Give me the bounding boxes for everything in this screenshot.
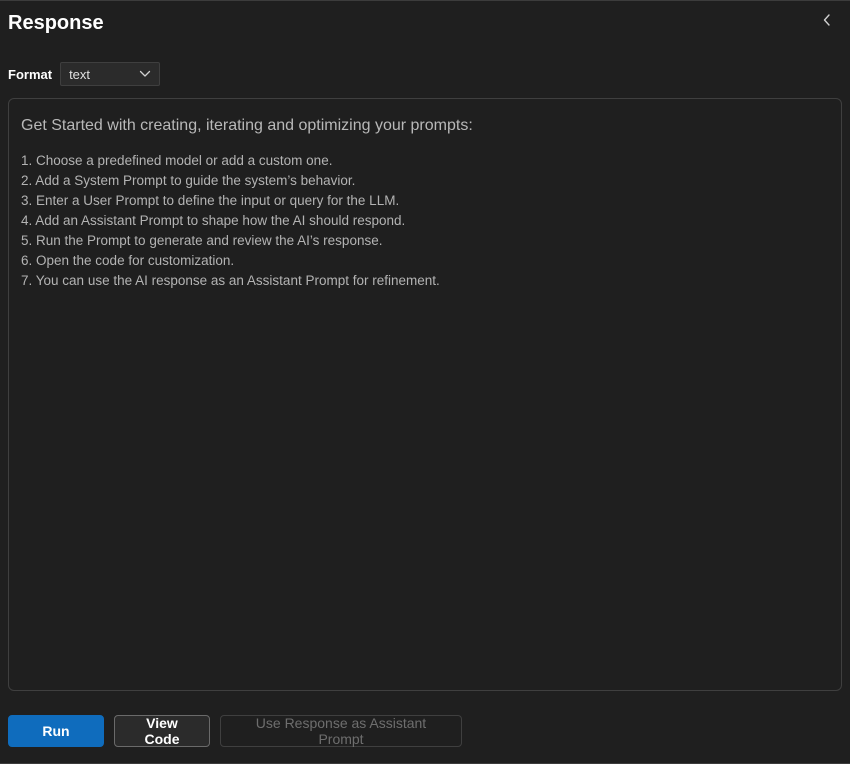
- response-output: Get Started with creating, iterating and…: [8, 98, 842, 691]
- step-item: 3. Enter a User Prompt to define the inp…: [21, 193, 400, 208]
- panel-title: Response: [8, 12, 104, 34]
- run-button[interactable]: Run: [8, 715, 104, 747]
- format-label: Format: [8, 66, 53, 82]
- format-select[interactable]: text: [60, 62, 161, 86]
- collapse-panel-button[interactable]: [818, 11, 836, 29]
- step-item: 1. Choose a predefined model or add a cu…: [21, 153, 333, 168]
- step-item: 4. Add an Assistant Prompt to shape how …: [21, 213, 406, 228]
- step-item: 2. Add a System Prompt to guide the syst…: [21, 173, 356, 188]
- response-heading: Get Started with creating, iterating and…: [21, 117, 473, 134]
- format-selected-value: text: [69, 66, 91, 82]
- step-item: 5. Run the Prompt to generate and review…: [21, 233, 383, 248]
- chevron-down-icon: [139, 70, 151, 77]
- response-panel: Response Format text Get Started with cr…: [0, 0, 850, 764]
- view-code-button[interactable]: View Code: [114, 715, 210, 747]
- use-response-as-assistant-prompt-button[interactable]: Use Response as Assistant Prompt: [220, 715, 462, 747]
- format-row: Format text: [8, 62, 161, 86]
- action-bar: Run View Code Use Response as Assistant …: [8, 715, 462, 747]
- getting-started-steps: 1. Choose a predefined model or add a cu…: [21, 151, 829, 291]
- chevron-left-icon: [823, 14, 830, 26]
- step-item: 6. Open the code for customization.: [21, 253, 235, 268]
- step-item: 7. You can use the AI response as an Ass…: [21, 273, 440, 288]
